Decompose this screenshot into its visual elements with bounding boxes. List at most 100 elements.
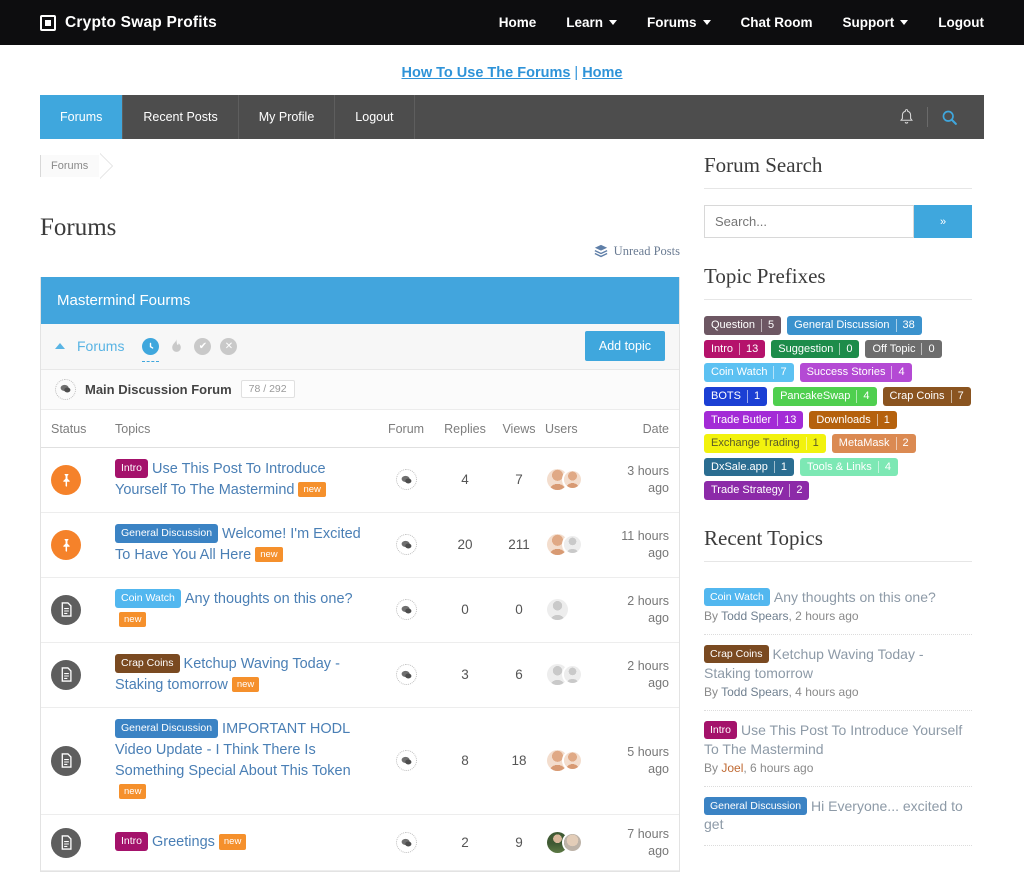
nav-item-chat-room[interactable]: Chat Room: [741, 15, 813, 30]
flame-icon[interactable]: [168, 338, 185, 355]
row-date: 2 hours ago: [607, 593, 669, 627]
recent-author[interactable]: Joel: [721, 761, 743, 775]
comments-icon[interactable]: [396, 664, 417, 685]
tab-recent-posts[interactable]: Recent Posts: [123, 95, 238, 139]
recent-topic-link[interactable]: Any thoughts on this one?: [774, 589, 936, 605]
prefix-tag[interactable]: Intro13: [704, 340, 765, 359]
prefix-tag-label: Coin Watch: [711, 366, 767, 379]
nav-item-home[interactable]: Home: [499, 15, 537, 30]
table-row[interactable]: IntroGreetingsnew297 hours ago: [41, 815, 679, 872]
tab-forums[interactable]: Forums: [40, 95, 123, 139]
comments-icon[interactable]: [396, 469, 417, 490]
recent-author[interactable]: Todd Spears: [721, 609, 788, 623]
table-row[interactable]: Coin WatchAny thoughts on this one?new00…: [41, 578, 679, 643]
prefix-tag[interactable]: PancakeSwap4: [773, 387, 876, 406]
prefix-tag-label: Off Topic: [872, 343, 915, 356]
recent-prefix-badge[interactable]: General Discussion: [704, 797, 807, 815]
x-circle-icon[interactable]: ✕: [220, 338, 237, 355]
prefix-tag[interactable]: DxSale.app1: [704, 458, 794, 477]
prefix-tag[interactable]: BOTS1: [704, 387, 767, 406]
comments-icon[interactable]: [396, 832, 417, 853]
prefix-tag[interactable]: Downloads1: [809, 411, 897, 430]
avatar[interactable]: [562, 664, 583, 685]
topic-title-link[interactable]: Greetings: [152, 834, 215, 850]
topic-prefix-badge[interactable]: Crap Coins: [115, 654, 180, 673]
prefix-tag[interactable]: Suggestion0: [771, 340, 859, 359]
chevron-up-icon[interactable]: [55, 343, 65, 349]
row-users-cell: [545, 467, 607, 492]
breadcrumb: Forums: [40, 153, 680, 179]
row-date: 11 hours ago: [607, 528, 669, 562]
nav-item-logout[interactable]: Logout: [938, 15, 984, 30]
how-to-use-forums-link[interactable]: How To Use The Forums: [402, 65, 571, 81]
list-item[interactable]: Crap CoinsKetchup Waving Today - Staking…: [704, 635, 972, 711]
forum-list-row[interactable]: Main Discussion Forum 78 / 292: [41, 370, 679, 410]
clock-icon[interactable]: [142, 338, 159, 355]
table-row[interactable]: Crap CoinsKetchup Waving Today - Staking…: [41, 643, 679, 708]
recent-prefix-badge[interactable]: Crap Coins: [704, 645, 769, 663]
nav-item-support[interactable]: Support: [843, 15, 909, 30]
prefix-tag[interactable]: Success Stories4: [800, 363, 912, 382]
forum-name[interactable]: Main Discussion Forum: [85, 382, 232, 397]
avatar[interactable]: [545, 597, 570, 622]
prefix-tag-count: 7: [951, 390, 964, 403]
topics-table-body: IntroUse This Post To Introduce Yourself…: [41, 448, 679, 872]
prefix-tag[interactable]: Crap Coins7: [883, 387, 971, 406]
toolbar-forums-label[interactable]: Forums: [77, 338, 124, 354]
topic-prefix-badge[interactable]: Intro: [115, 459, 148, 478]
tab-my-profile[interactable]: My Profile: [239, 95, 336, 139]
home-link[interactable]: Home: [582, 65, 622, 81]
prefix-tag[interactable]: Exchange Trading1: [704, 434, 826, 453]
nav-item-forums[interactable]: Forums: [647, 15, 711, 30]
recent-timestamp: , 4 hours ago: [789, 685, 859, 699]
recent-prefix-badge[interactable]: Coin Watch: [704, 588, 770, 606]
prefix-tag[interactable]: General Discussion38: [787, 316, 922, 335]
topic-prefix-badge[interactable]: Intro: [115, 832, 148, 851]
tab-logout[interactable]: Logout: [335, 95, 414, 139]
row-replies: 3: [437, 667, 493, 682]
table-row[interactable]: IntroUse This Post To Introduce Yourself…: [41, 448, 679, 513]
prefix-tag-count: 2: [789, 484, 802, 497]
page-title: Forums: [40, 214, 116, 242]
prefix-tag[interactable]: Tools & Links4: [800, 458, 898, 477]
avatar[interactable]: [562, 469, 583, 490]
avatar[interactable]: [562, 832, 583, 853]
search-icon[interactable]: [928, 109, 970, 126]
add-topic-button[interactable]: Add topic: [585, 331, 665, 361]
search-submit-button[interactable]: »: [914, 205, 972, 238]
prefix-tag[interactable]: Trade Strategy2: [704, 481, 809, 500]
topic-prefix-badge[interactable]: General Discussion: [115, 524, 218, 543]
topic-title-link[interactable]: Any thoughts on this one?: [185, 591, 353, 607]
list-item[interactable]: Coin WatchAny thoughts on this one?By To…: [704, 578, 972, 635]
brand-logo[interactable]: Crypto Swap Profits: [40, 14, 217, 32]
search-input[interactable]: [704, 205, 914, 238]
topic-prefix-badge[interactable]: Coin Watch: [115, 589, 181, 608]
prefix-tag[interactable]: Off Topic0: [865, 340, 941, 359]
table-row[interactable]: General DiscussionWelcome! I'm Excited T…: [41, 513, 679, 578]
prefix-tag[interactable]: Trade Butler13: [704, 411, 803, 430]
prefix-tag[interactable]: Question5: [704, 316, 781, 335]
topic-prefix-badge[interactable]: General Discussion: [115, 719, 218, 738]
nav-item-learn[interactable]: Learn: [566, 15, 617, 30]
row-users-cell: [545, 662, 607, 687]
comments-icon[interactable]: [396, 750, 417, 771]
recent-author[interactable]: Todd Spears: [721, 685, 788, 699]
check-circle-icon[interactable]: ✔: [194, 338, 211, 355]
avatar[interactable]: [562, 750, 583, 771]
topics-table-header: Status Topics Forum Replies Views Users …: [41, 410, 679, 448]
list-item[interactable]: General DiscussionHi Everyone... excited…: [704, 787, 972, 847]
document-icon: [51, 595, 81, 625]
table-row[interactable]: General DiscussionIMPORTANT HODL Video U…: [41, 708, 679, 815]
bell-icon[interactable]: [885, 108, 927, 126]
prefix-tag[interactable]: MetaMask2: [832, 434, 916, 453]
recent-prefix-badge[interactable]: Intro: [704, 721, 737, 739]
recent-timestamp: , 2 hours ago: [789, 609, 859, 623]
comments-icon[interactable]: [396, 534, 417, 555]
unread-posts-link[interactable]: Unread Posts: [594, 244, 680, 259]
avatar[interactable]: [562, 534, 583, 555]
recent-topic-link[interactable]: Use This Post To Introduce Yourself To T…: [704, 722, 962, 757]
comments-icon[interactable]: [396, 599, 417, 620]
prefix-tag[interactable]: Coin Watch7: [704, 363, 794, 382]
list-item[interactable]: IntroUse This Post To Introduce Yourself…: [704, 711, 972, 787]
breadcrumb-item-forums[interactable]: Forums: [40, 155, 100, 177]
